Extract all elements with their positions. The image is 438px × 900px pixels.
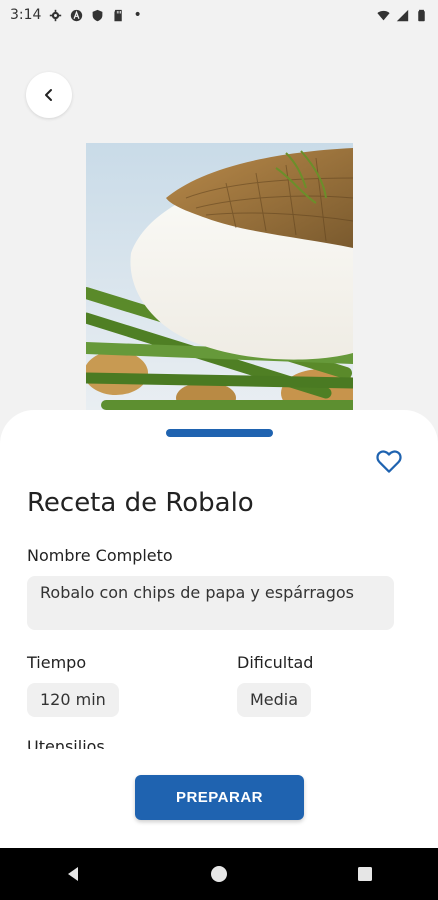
utensils-label: Utensilios [27, 737, 105, 749]
recipe-sheet: Receta de Robalo Nombre Completo Robalo … [0, 410, 438, 848]
sheet-drag-handle[interactable] [166, 429, 273, 437]
nav-recents-button[interactable] [345, 854, 385, 894]
difficulty-label: Dificultad [237, 653, 314, 672]
status-right [377, 9, 428, 22]
wifi-icon [377, 10, 390, 20]
circle-home-icon [211, 866, 227, 882]
recipe-title: Receta de Robalo [27, 488, 254, 518]
time-value: 120 min [27, 683, 119, 717]
nav-back-button[interactable] [53, 854, 93, 894]
shield-icon [93, 9, 103, 21]
nav-home-button[interactable] [199, 854, 239, 894]
signal-icon [396, 9, 409, 21]
status-dot: • [133, 7, 142, 23]
gear-icon [50, 9, 62, 21]
battery-icon [418, 9, 425, 21]
status-left: 3:14 • [10, 7, 142, 23]
back-button[interactable] [26, 72, 72, 118]
status-time: 3:14 [10, 7, 42, 23]
system-nav-bar [0, 848, 438, 900]
recipe-photo [86, 143, 353, 410]
full-name-label: Nombre Completo [27, 546, 173, 565]
square-recents-icon [358, 867, 372, 881]
triangle-back-icon [68, 867, 78, 881]
sd-card-icon [114, 9, 123, 21]
food-photo [86, 143, 353, 410]
status-bar: 3:14 • [0, 0, 438, 30]
heart-outline-icon[interactable] [374, 446, 404, 476]
time-label: Tiempo [27, 653, 87, 672]
difficulty-value: Media [237, 683, 312, 717]
prepare-button[interactable]: PREPARAR [135, 775, 304, 820]
full-name-value: Robalo con chips de papa y espárragos [27, 576, 394, 630]
a-circle-icon [71, 9, 83, 21]
chevron-left-icon [45, 89, 52, 101]
